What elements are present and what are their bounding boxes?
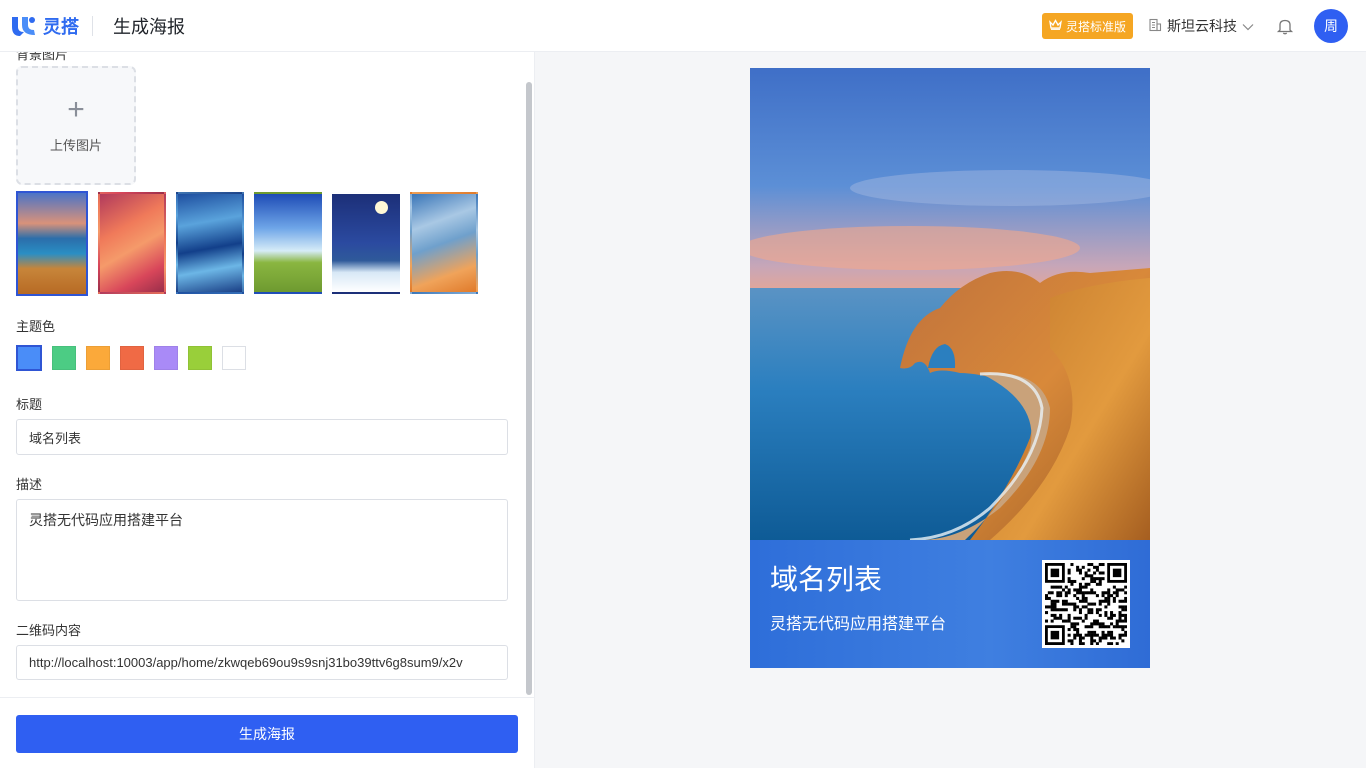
moon-icon [375, 201, 388, 214]
org-name: 斯坦云科技 [1167, 18, 1237, 34]
settings-panel: 背景图片 + 上传图片 主题色 标题 域名列表 描述 灵搭无代码应用搭建平台 二… [0, 52, 535, 768]
background-thumb-canyon[interactable] [98, 192, 166, 294]
qr-content-label: 二维码内容 [16, 623, 82, 638]
chevron-down-icon [1242, 18, 1254, 34]
edition-label: 灵搭标准版 [1065, 19, 1126, 34]
poster-footer: 域名列表 灵搭无代码应用搭建平台 [750, 540, 1150, 668]
poster-description: 灵搭无代码应用搭建平台 [770, 616, 947, 633]
settings-scroll-area[interactable]: 背景图片 + 上传图片 主题色 标题 域名列表 描述 灵搭无代码应用搭建平台 二… [0, 52, 534, 697]
theme-color-swatch[interactable] [222, 346, 246, 370]
bell-icon[interactable] [1276, 17, 1294, 35]
background-thumb-abstract[interactable] [410, 192, 478, 294]
background-thumb-moon[interactable] [332, 192, 400, 294]
upload-image-button[interactable]: + 上传图片 [16, 66, 136, 185]
avatar[interactable]: 周 [1314, 9, 1348, 43]
edition-badge[interactable]: 灵搭标准版 [1041, 13, 1133, 39]
theme-color-swatch[interactable] [120, 346, 144, 370]
poster-preview: 域名列表 灵搭无代码应用搭建平台 [750, 68, 1150, 668]
building-icon [1148, 18, 1162, 35]
title-label: 标题 [16, 397, 43, 412]
theme-color-label: 主题色 [16, 319, 56, 334]
description-textarea[interactable]: 灵搭无代码应用搭建平台 [16, 499, 508, 601]
background-thumb-seaside[interactable] [16, 191, 88, 296]
description-label: 描述 [16, 477, 43, 492]
qr-content-input[interactable]: http://localhost:10003/app/home/zkwqeb69… [16, 645, 508, 680]
plus-icon: + [67, 93, 85, 126]
page-title: 生成海报 [113, 16, 185, 37]
background-image-label: 背景图片 [16, 52, 69, 62]
qr-code [1042, 560, 1130, 648]
logo-text: 灵搭 [43, 16, 79, 37]
poster-background-image [750, 68, 1150, 540]
brand[interactable]: 灵搭 [10, 0, 79, 52]
top-bar: 灵搭 生成海报 灵搭标准版 斯坦云科技 周 [0, 0, 1366, 52]
background-thumbnails [16, 191, 478, 296]
theme-color-swatch[interactable] [154, 346, 178, 370]
poster-title: 域名列表 [770, 564, 883, 595]
upload-label: 上传图片 [49, 138, 102, 153]
theme-color-swatch[interactable] [52, 346, 76, 370]
theme-color-swatch[interactable] [16, 345, 42, 371]
lingda-logo-icon [10, 14, 37, 38]
title-input[interactable]: 域名列表 [16, 419, 508, 455]
background-thumb-ocean[interactable] [176, 192, 244, 294]
org-switcher[interactable]: 斯坦云科技 [1148, 16, 1254, 36]
background-thumb-field[interactable] [254, 192, 322, 294]
crown-icon [1049, 19, 1062, 33]
generate-poster-button[interactable]: 生成海报 [16, 715, 518, 753]
theme-color-swatch[interactable] [86, 346, 110, 370]
theme-color-swatches [16, 345, 246, 371]
theme-color-swatch[interactable] [188, 346, 212, 370]
scrollbar[interactable] [526, 82, 532, 695]
action-bar: 生成海报 [0, 697, 534, 768]
divider [92, 15, 93, 36]
